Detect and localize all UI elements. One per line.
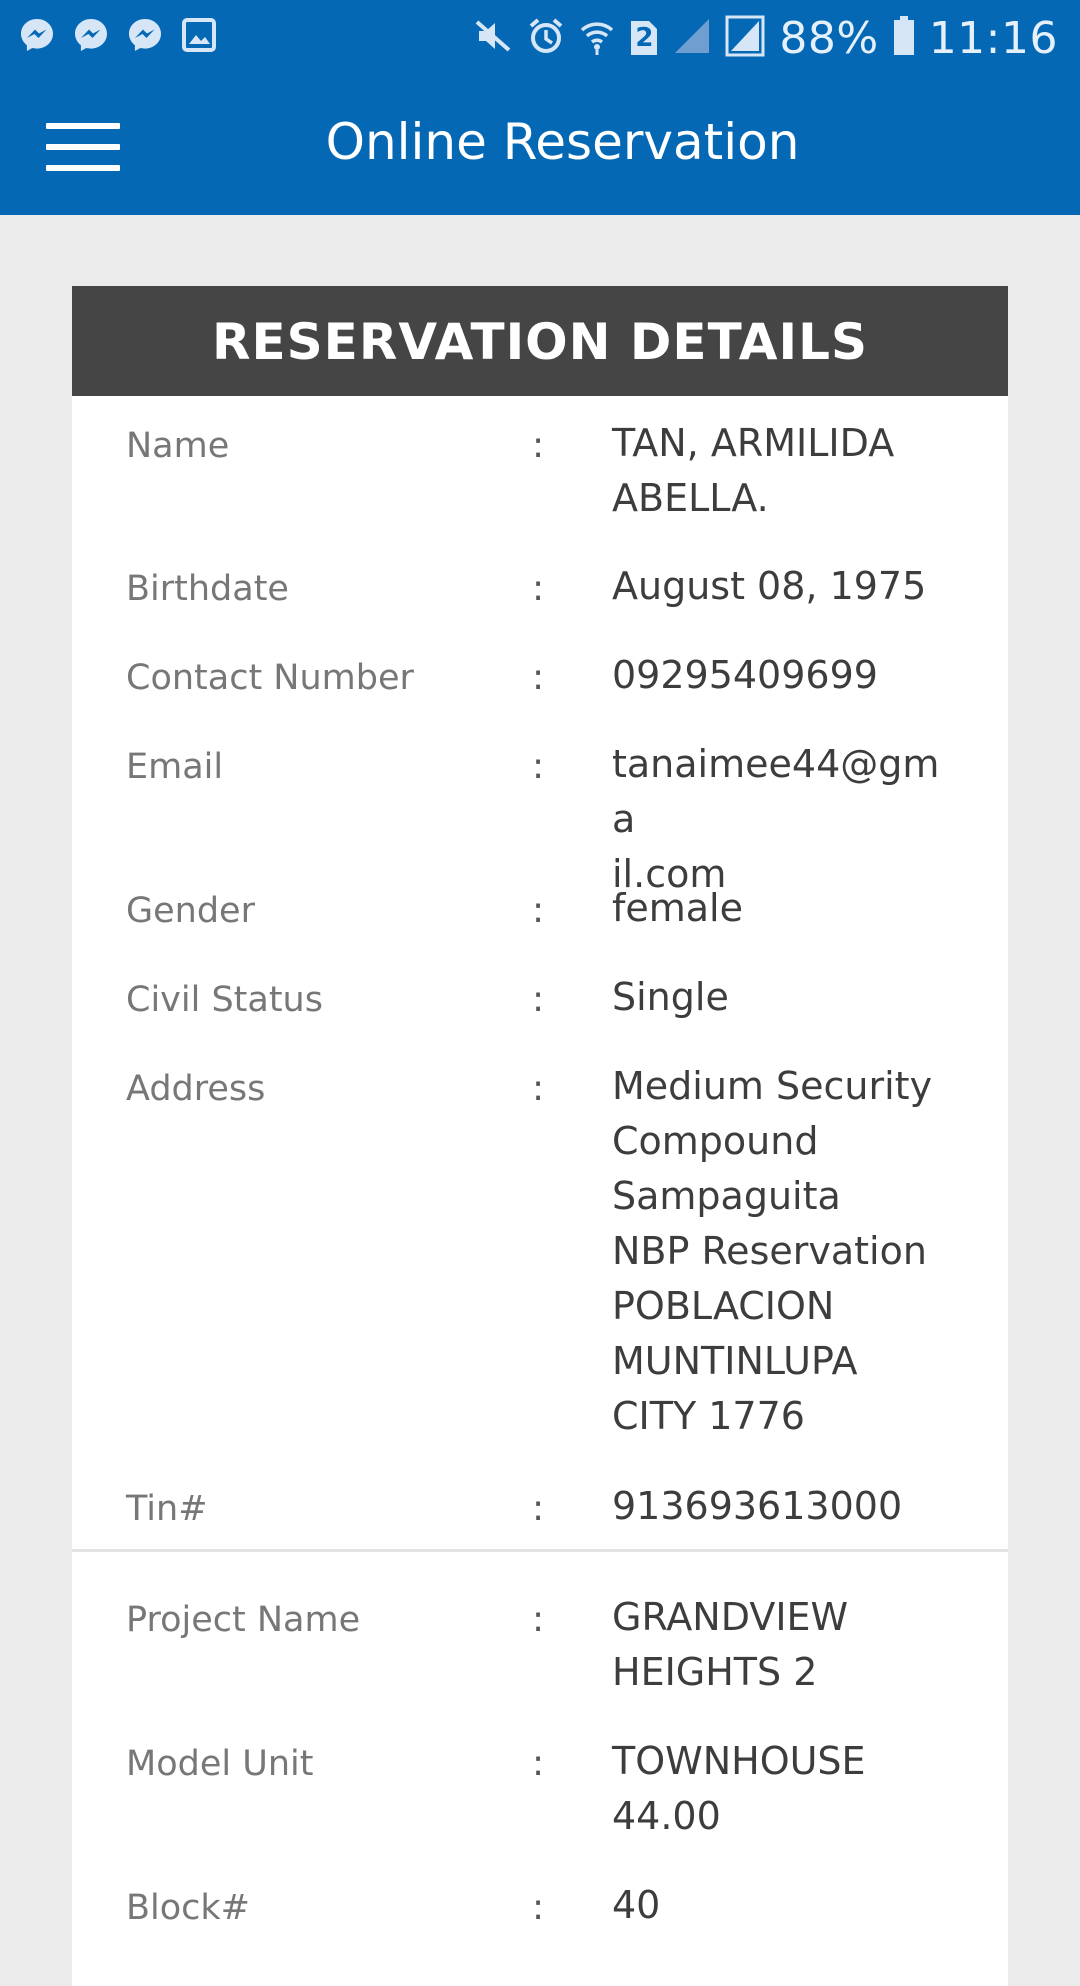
- detail-label: Project Name: [126, 1600, 361, 1640]
- detail-value: Medium Security Compound Sampaguita NBP …: [612, 1064, 933, 1438]
- detail-row-name: Name : TAN, ARMILIDA ABELLA.: [72, 416, 1008, 559]
- system-status: 2 88% 11:16: [473, 10, 1058, 66]
- detail-value: 40: [612, 1883, 661, 1927]
- detail-colon: :: [532, 1488, 545, 1529]
- detail-label: Gender: [126, 891, 255, 931]
- page-title: Online Reservation: [325, 113, 800, 171]
- sim-badge-text: 2: [635, 23, 654, 53]
- signal-icon: [673, 17, 711, 59]
- detail-colon: :: [532, 1068, 545, 1109]
- detail-label: Name: [126, 426, 230, 466]
- detail-row-gender: Gender : female: [72, 881, 1008, 970]
- signal-icon: [725, 15, 765, 61]
- detail-row-model-unit: Model Unit : TOWNHOUSE 44.00: [72, 1734, 1008, 1878]
- battery-percent: 88%: [779, 12, 879, 64]
- section-divider: [72, 1549, 1008, 1552]
- detail-value: tanaimee44@gma il.com: [612, 742, 940, 896]
- detail-label: Civil Status: [126, 980, 323, 1020]
- status-bar: 2 88% 11:16: [0, 0, 1080, 75]
- property-details: Project Name : GRANDVIEW HEIGHTS 2 Model…: [72, 1590, 1008, 1967]
- detail-row-block: Block# : 40: [72, 1878, 1008, 1967]
- messenger-icon: [18, 16, 56, 54]
- detail-colon: :: [532, 568, 545, 609]
- detail-value: August 08, 1975: [612, 564, 927, 608]
- detail-label: Email: [126, 747, 224, 787]
- detail-colon: :: [532, 1599, 545, 1640]
- detail-colon: :: [532, 1887, 545, 1928]
- battery-icon: [893, 16, 915, 60]
- detail-row-tin: Tin# : 913693613000: [72, 1479, 1008, 1539]
- detail-colon: :: [532, 1743, 545, 1784]
- detail-value: 913693613000: [612, 1484, 903, 1528]
- detail-label: Birthdate: [126, 569, 289, 609]
- detail-value: GRANDVIEW HEIGHTS 2: [612, 1595, 849, 1694]
- detail-label: Tin#: [126, 1489, 208, 1529]
- detail-colon: :: [532, 979, 545, 1020]
- detail-value: female: [612, 886, 743, 930]
- detail-row-project-name: Project Name : GRANDVIEW HEIGHTS 2: [72, 1590, 1008, 1734]
- detail-colon: :: [532, 425, 545, 466]
- card-title: RESERVATION DETAILS: [72, 286, 1008, 396]
- detail-label: Contact Number: [126, 658, 414, 698]
- detail-row-civil-status: Civil Status : Single: [72, 970, 1008, 1059]
- detail-value: TAN, ARMILIDA ABELLA.: [612, 421, 895, 520]
- detail-row-birthdate: Birthdate : August 08, 1975: [72, 559, 1008, 648]
- detail-value: TOWNHOUSE 44.00: [612, 1739, 866, 1838]
- detail-label: Block#: [126, 1888, 250, 1928]
- gallery-icon: [180, 16, 218, 54]
- detail-label: Address: [126, 1069, 266, 1109]
- reservation-details-card: RESERVATION DETAILS Name : TAN, ARMILIDA…: [72, 286, 1008, 1986]
- detail-row-email: Email : tanaimee44@gma il.com: [72, 737, 1008, 896]
- detail-colon: :: [532, 890, 545, 931]
- detail-label: Model Unit: [126, 1744, 314, 1784]
- detail-value: 09295409699: [612, 653, 878, 697]
- detail-row-address: Address : Medium Security Compound Sampa…: [72, 1059, 1008, 1479]
- clock-time: 11:16: [928, 12, 1058, 64]
- detail-colon: :: [532, 746, 545, 787]
- alarm-icon: [527, 16, 565, 60]
- personal-details: Name : TAN, ARMILIDA ABELLA. Birthdate :…: [72, 396, 1008, 1539]
- sim-2-icon: 2: [629, 19, 659, 57]
- notification-icons: [18, 16, 218, 54]
- messenger-icon: [126, 16, 164, 54]
- messenger-icon: [72, 16, 110, 54]
- mute-icon: [473, 16, 513, 60]
- wifi-icon: [579, 16, 615, 60]
- detail-value: Single: [612, 975, 729, 1019]
- detail-colon: :: [532, 657, 545, 698]
- app-bar: Online Reservation: [0, 75, 1080, 215]
- detail-row-contact-number: Contact Number : 09295409699: [72, 648, 1008, 737]
